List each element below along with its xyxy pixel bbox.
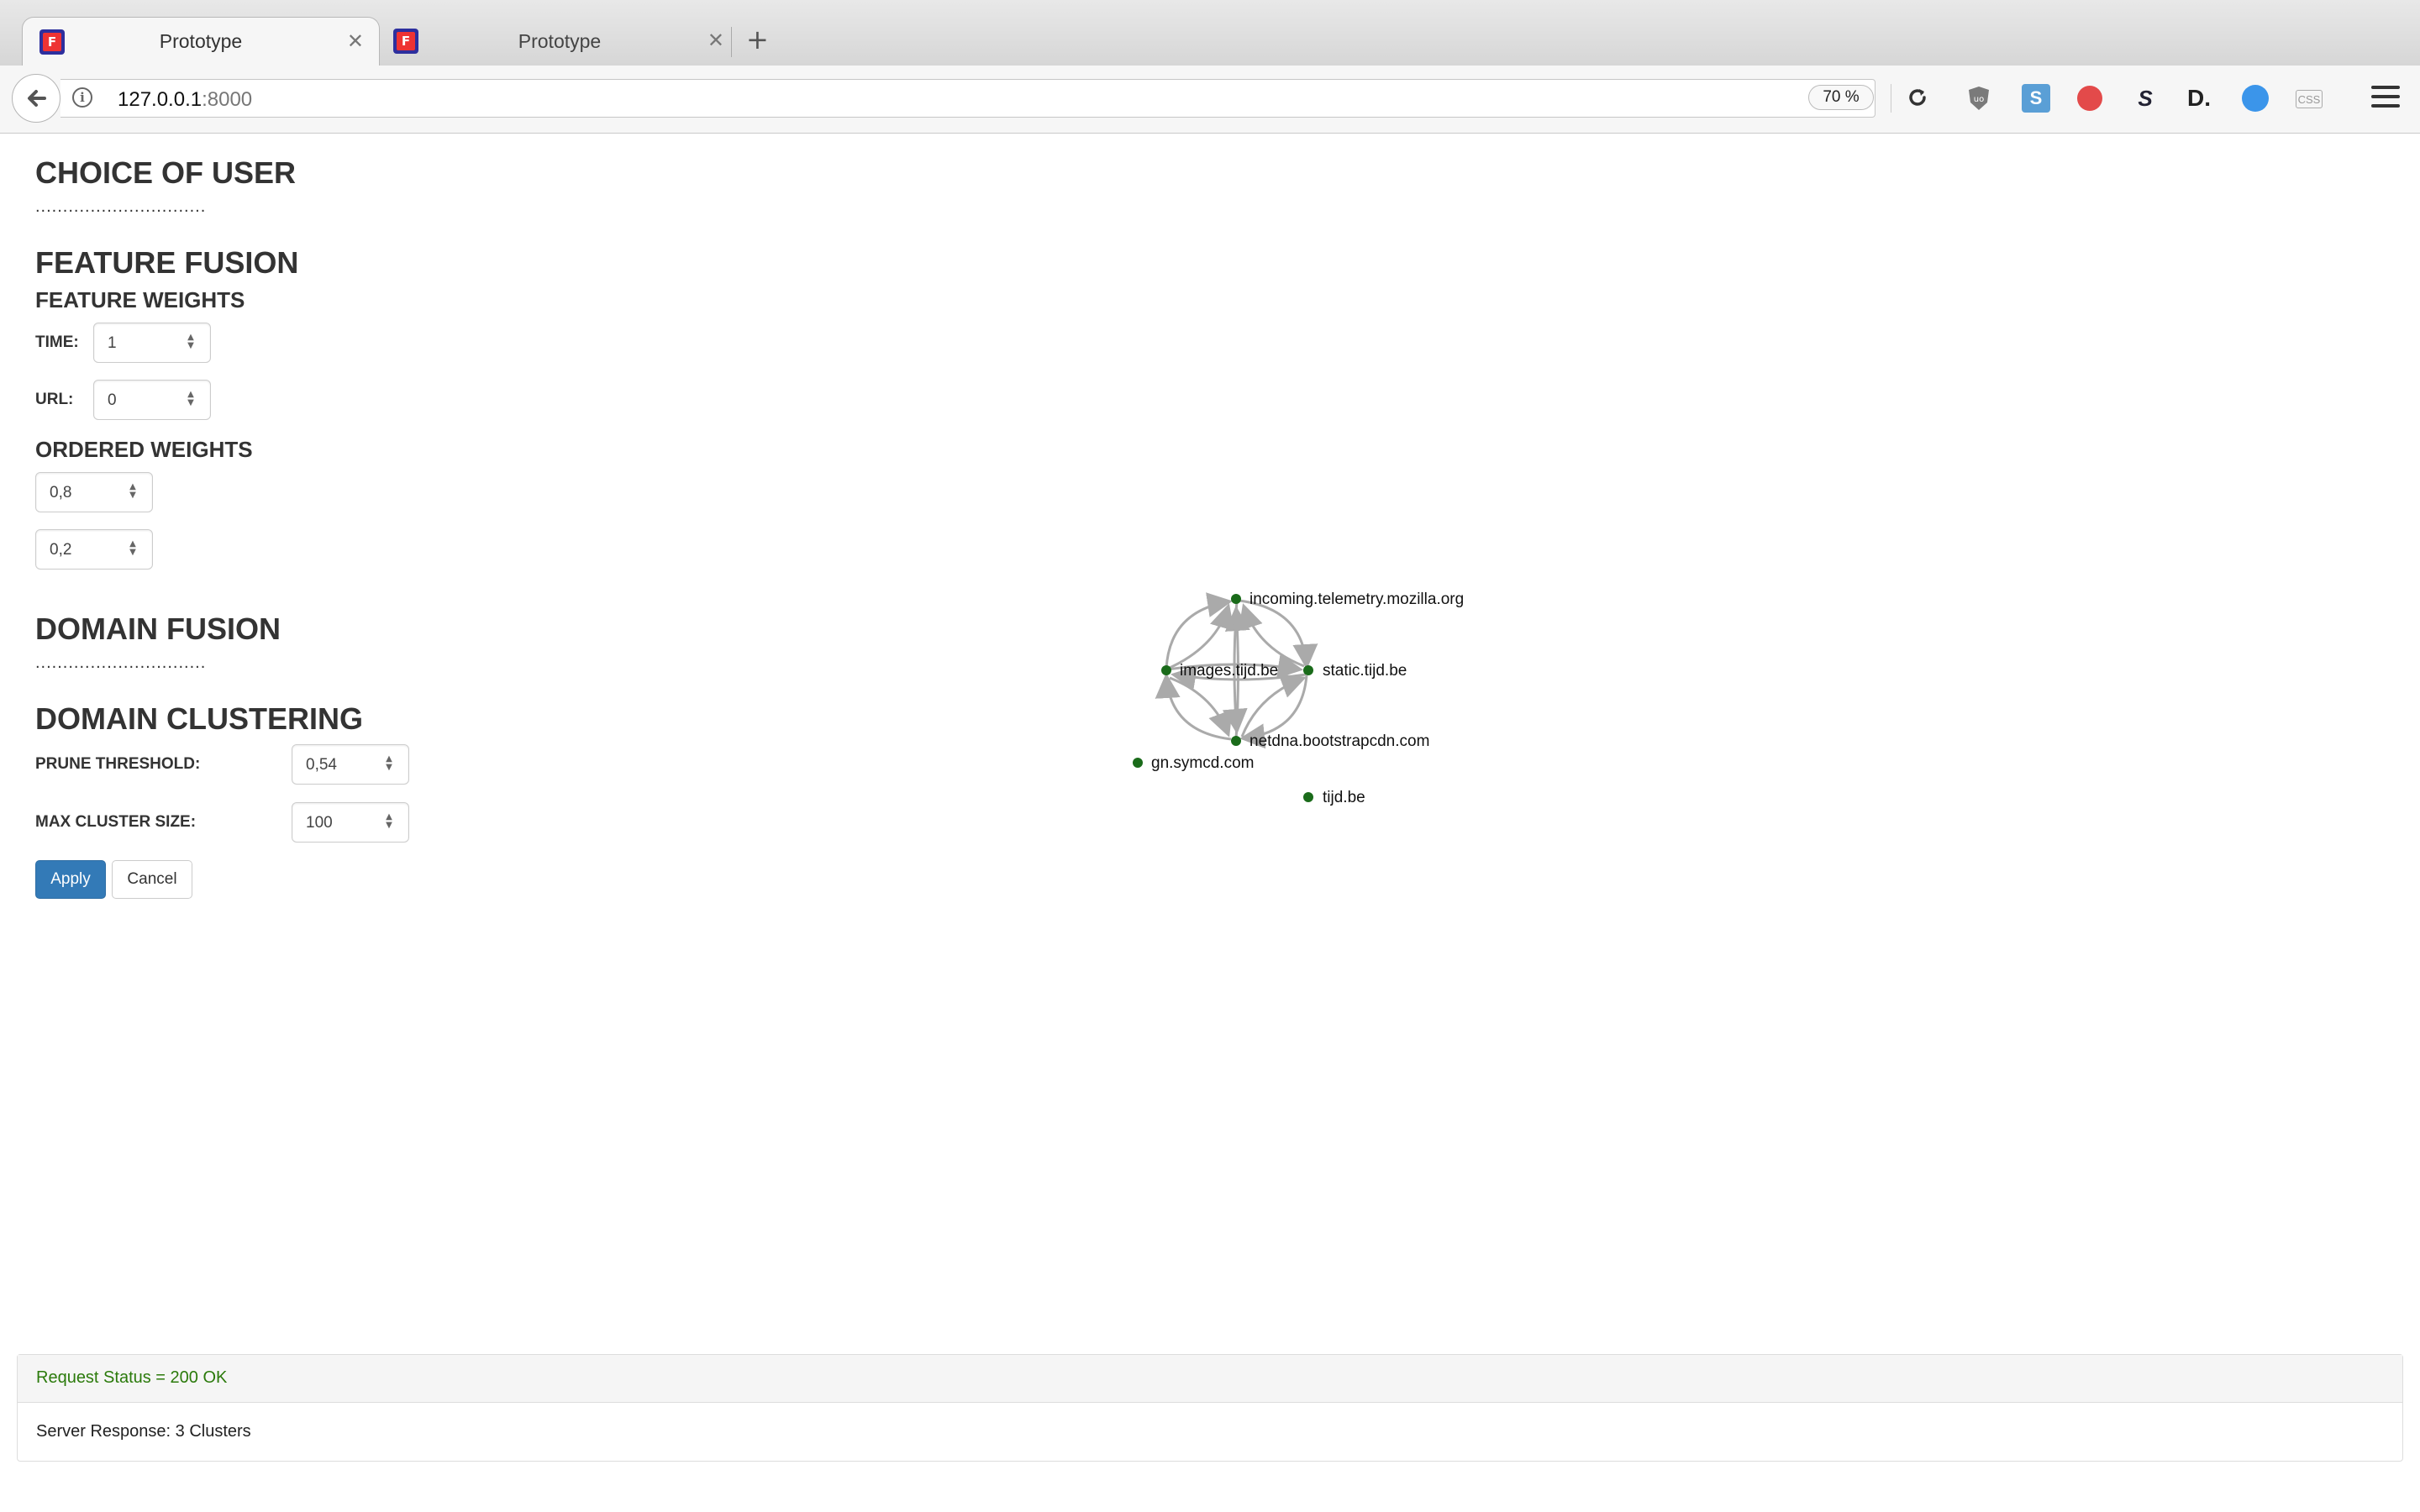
prune-threshold-value: 0,54 [306, 756, 337, 774]
url-weight-input[interactable]: 0 ▲ ▼ [93, 380, 211, 420]
time-label: TIME: [35, 333, 79, 351]
request-status-text: Request Status = 200 OK [36, 1368, 228, 1387]
svg-text:uo: uo [1974, 95, 1984, 104]
server-response-text: Server Response: 3 Clusters [36, 1422, 251, 1441]
graph-node[interactable] [1303, 665, 1313, 675]
profile-icon[interactable] [2242, 85, 2269, 112]
spinner-icon[interactable]: ▲ ▼ [129, 483, 137, 501]
max-cluster-size-label: MAX CLUSTER SIZE: [35, 813, 197, 831]
tab-strip: F Prototype ✕ F Prototype ✕ + [0, 0, 2420, 66]
graph-labels: incoming.telemetry.mozilla.org images.ti… [1151, 591, 1464, 806]
time-weight-value: 1 [108, 334, 117, 352]
css-extension-icon[interactable]: CSS [2296, 90, 2323, 108]
spinner-icon[interactable]: ▲ ▼ [385, 813, 393, 832]
feature-weights-title: FEATURE WEIGHTS [35, 287, 245, 312]
close-tab-icon[interactable]: ✕ [708, 29, 724, 52]
sj-extension-icon[interactable]: S [2131, 84, 2160, 113]
status-panel: Request Status = 200 OK Server Response:… [17, 1354, 2403, 1462]
ordered-weights-title: ORDERED WEIGHTS [35, 437, 253, 462]
max-cluster-size-value: 100 [306, 814, 333, 832]
cluster-graph: incoming.telemetry.mozilla.org images.ti… [1133, 591, 1464, 806]
max-cluster-size-input[interactable]: 100 ▲ ▼ [292, 802, 409, 843]
graph-edge [1238, 603, 1305, 668]
url-weight-value: 0 [108, 391, 117, 409]
node-label: tijd.be [1323, 789, 1365, 806]
choice-of-user-placeholder: ............................... [35, 197, 207, 216]
spinner-icon[interactable]: ▲ ▼ [187, 333, 195, 352]
back-button[interactable] [12, 74, 60, 123]
spinner-icon[interactable]: ▲ ▼ [385, 755, 393, 774]
graph-node[interactable] [1161, 665, 1171, 675]
graph-edge [1240, 674, 1307, 738]
address-bar[interactable]: i 127.0.0.1:8000 70 % [60, 79, 1876, 118]
url-text[interactable]: 127.0.0.1:8000 [118, 88, 252, 112]
graph-node[interactable] [1133, 758, 1143, 768]
status-panel-heading: Request Status = 200 OK [18, 1355, 2402, 1403]
feature-fusion-title: FEATURE FUSION [35, 245, 299, 280]
back-arrow-icon [28, 90, 46, 107]
cancel-button[interactable]: Cancel [112, 860, 192, 899]
node-label: images.tijd.be [1180, 662, 1278, 680]
ordered-weight-value: 0,8 [50, 484, 72, 501]
zoom-level-badge[interactable]: 70 % [1808, 85, 1874, 110]
tab-title: Prototype [159, 30, 243, 52]
graph-edge [1169, 676, 1233, 738]
choice-of-user-title: CHOICE OF USER [35, 155, 297, 190]
graph-edge [1239, 599, 1318, 669]
graph-edge [1165, 592, 1233, 669]
node-label: netdna.bootstrapcdn.com [1249, 732, 1429, 750]
plus-icon[interactable]: + [746, 24, 769, 55]
menu-icon[interactable] [2371, 86, 2400, 111]
navigation-bar: i 127.0.0.1:8000 70 % uo S S D. CSS [0, 66, 2420, 134]
ublock-icon[interactable]: uo [1965, 84, 1993, 113]
node-label: static.tijd.be [1323, 662, 1407, 680]
graph-edge [1155, 673, 1232, 741]
graph-edge [1239, 675, 1308, 749]
domain-fusion-title: DOMAIN FUSION [35, 612, 281, 646]
d-extension-icon[interactable]: D. [2185, 84, 2213, 113]
s-extension-icon[interactable]: S [2022, 84, 2050, 113]
tab-divider [731, 27, 732, 57]
page-content: CHOICE OF USER .........................… [0, 134, 2420, 1512]
graph-edge [1169, 603, 1234, 669]
tab-title: Prototype [518, 29, 602, 52]
reload-button[interactable] [1901, 81, 1934, 114]
prune-threshold-input[interactable]: 0,54 ▲ ▼ [292, 744, 409, 785]
close-tab-icon[interactable]: ✕ [347, 29, 364, 53]
node-label: incoming.telemetry.mozilla.org [1249, 591, 1464, 608]
domain-fusion-placeholder: ............................... [35, 654, 207, 672]
spinner-icon[interactable]: ▲ ▼ [187, 391, 195, 409]
tab-prototype-inactive[interactable]: F Prototype ✕ [387, 17, 733, 66]
reload-icon [1909, 89, 1926, 106]
red-extension-icon[interactable] [2077, 86, 2102, 111]
spinner-icon[interactable]: ▲ ▼ [129, 540, 137, 559]
graph-node[interactable] [1231, 736, 1241, 746]
info-icon[interactable]: i [72, 87, 92, 108]
node-label: gn.symcd.com [1151, 754, 1254, 772]
url-label: URL: [35, 391, 74, 408]
graph-node[interactable] [1303, 792, 1313, 802]
prune-threshold-label: PRUNE THRESHOLD: [35, 755, 201, 773]
ordered-weight-input-1[interactable]: 0,8 ▲ ▼ [35, 472, 153, 512]
ordered-weight-input-2[interactable]: 0,2 ▲ ▼ [35, 529, 153, 570]
tab-prototype-active[interactable]: F Prototype ✕ [22, 17, 380, 66]
domain-clustering-title: DOMAIN CLUSTERING [35, 701, 363, 736]
ordered-weight-value: 0,2 [50, 541, 72, 559]
apply-button[interactable]: Apply [35, 860, 106, 899]
graph-node[interactable] [1231, 594, 1241, 604]
time-weight-input[interactable]: 1 ▲ ▼ [93, 323, 211, 363]
